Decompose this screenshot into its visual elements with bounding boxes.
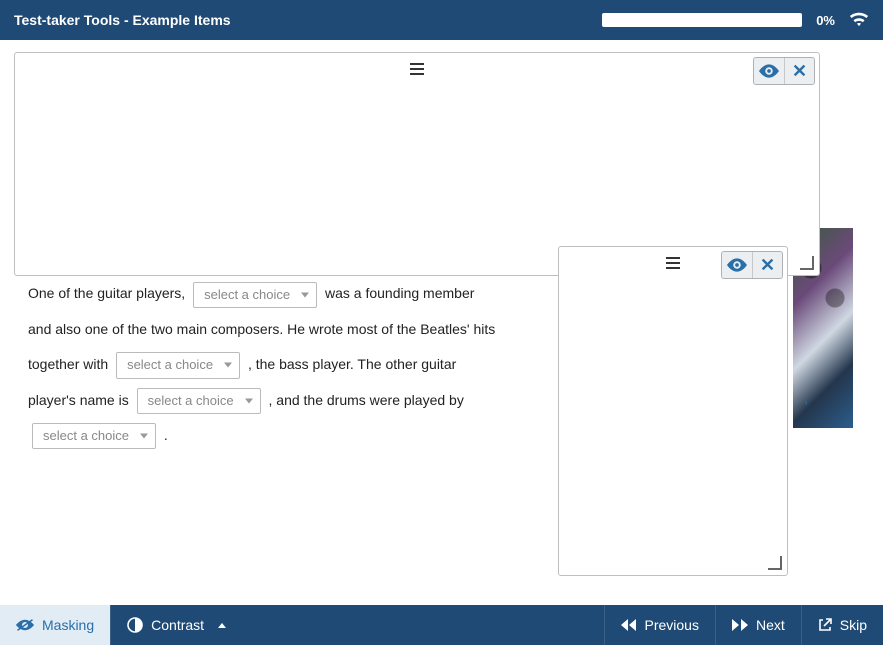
button-label: Next bbox=[756, 617, 785, 633]
header-bar: Test-taker Tools - Example Items 0% bbox=[0, 0, 883, 40]
page-title: Test-taker Tools - Example Items bbox=[14, 12, 231, 28]
contrast-icon bbox=[127, 617, 143, 633]
contrast-button[interactable]: Contrast bbox=[110, 605, 242, 645]
text: . bbox=[164, 427, 168, 443]
mask-visibility-button[interactable] bbox=[722, 252, 752, 278]
masking-button[interactable]: Masking bbox=[0, 605, 110, 645]
previous-button[interactable]: Previous bbox=[604, 605, 715, 645]
mask-header[interactable]: ✕ bbox=[559, 247, 787, 281]
button-label: Contrast bbox=[151, 617, 204, 633]
chevron-up-icon bbox=[218, 623, 226, 628]
close-icon: ✕ bbox=[792, 61, 807, 82]
mask-close-button[interactable]: ✕ bbox=[752, 252, 782, 278]
progress-bar bbox=[602, 13, 802, 27]
choice-select-1[interactable]: select a choice bbox=[193, 282, 317, 308]
text: player's name is bbox=[28, 392, 129, 408]
skip-button[interactable]: Skip bbox=[801, 605, 883, 645]
mask-panel-small[interactable]: ✕ bbox=[558, 246, 788, 576]
drag-icon[interactable] bbox=[665, 255, 681, 273]
drag-icon[interactable] bbox=[409, 61, 425, 79]
text: , and the drums were played by bbox=[269, 392, 464, 408]
text: was a founding member bbox=[325, 285, 474, 301]
text: , the bass player. The other guitar bbox=[248, 356, 456, 372]
mask-visibility-button[interactable] bbox=[754, 58, 784, 84]
mask-header[interactable]: ✕ bbox=[15, 53, 819, 87]
text: together with bbox=[28, 356, 108, 372]
button-label: Previous bbox=[645, 617, 699, 633]
resize-handle[interactable] bbox=[798, 254, 814, 270]
cloze-line-3: together with select a choice , the bass… bbox=[28, 350, 568, 379]
resize-handle[interactable] bbox=[766, 554, 782, 570]
forward-icon bbox=[732, 619, 748, 631]
wifi-icon bbox=[849, 11, 869, 30]
mask-toolbar: ✕ bbox=[721, 251, 783, 279]
image-caption-fragment: , bbox=[804, 390, 808, 406]
footer-bar: Masking Contrast Previous Next bbox=[0, 605, 883, 645]
stage: For almost all the ten years the line-up… bbox=[0, 40, 883, 605]
mask-panel-large[interactable]: ✕ bbox=[14, 52, 820, 276]
cloze-line-2: and also one of the two main composers. … bbox=[28, 315, 568, 344]
cloze-line-4: player's name is select a choice , and t… bbox=[28, 386, 568, 415]
cloze-line-1: One of the guitar players, select a choi… bbox=[28, 279, 568, 308]
rewind-icon bbox=[621, 619, 637, 631]
button-label: Masking bbox=[42, 617, 94, 633]
text: One of the guitar players, bbox=[28, 285, 185, 301]
cloze-line-5: select a choice . bbox=[28, 421, 568, 450]
header-right: 0% bbox=[602, 11, 869, 30]
eye-slash-icon bbox=[16, 618, 34, 632]
choice-select-4[interactable]: select a choice bbox=[32, 423, 156, 449]
mask-close-button[interactable]: ✕ bbox=[784, 58, 814, 84]
choice-select-3[interactable]: select a choice bbox=[137, 388, 261, 414]
choice-select-2[interactable]: select a choice bbox=[116, 352, 240, 378]
close-icon: ✕ bbox=[760, 255, 775, 276]
button-label: Skip bbox=[840, 617, 867, 633]
progress-percent: 0% bbox=[816, 13, 835, 28]
mask-toolbar: ✕ bbox=[753, 57, 815, 85]
next-button[interactable]: Next bbox=[715, 605, 801, 645]
external-icon bbox=[818, 618, 832, 632]
